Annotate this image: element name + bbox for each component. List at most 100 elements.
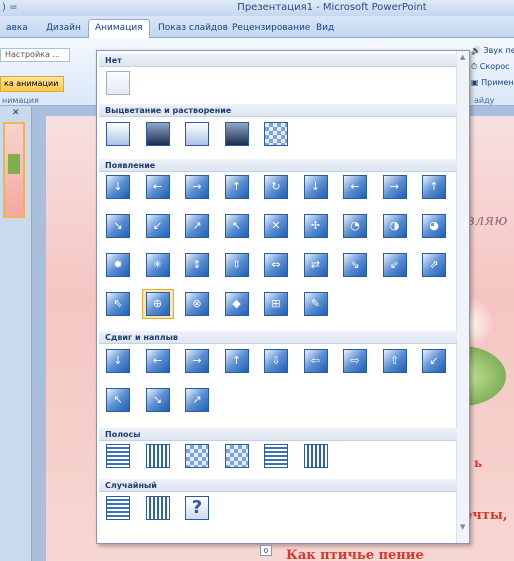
transition-gallery[interactable]: ▲ ▼ Нет Выцветание и растворение Появление… <box>96 50 470 544</box>
transition-strips-2[interactable]: ⇙ <box>379 250 411 280</box>
transition-blinds-v[interactable] <box>142 441 174 471</box>
transition-comb-v[interactable] <box>300 441 332 471</box>
transition-split-v-out[interactable]: ⇔ <box>260 250 292 280</box>
transition-zoom-out[interactable]: ⊗ <box>181 289 213 319</box>
transition-diag-2[interactable]: ↙ <box>142 211 174 241</box>
transition-box-in-icon: ✕ <box>264 214 288 238</box>
transition-zoom-in[interactable]: ⊕ <box>141 289 174 319</box>
slide-thumbnail[interactable] <box>3 122 25 218</box>
transition-box-in[interactable]: ✕ <box>260 211 292 241</box>
transition-split-left[interactable]: ← <box>339 172 371 202</box>
transition-wheel-4[interactable]: ✸ <box>102 250 134 280</box>
transition-wheel-2[interactable]: ◑ <box>379 211 411 241</box>
tab-insert[interactable]: авка <box>0 20 34 38</box>
slides-pane: ✕ <box>0 106 32 561</box>
transition-split-right-icon: → <box>382 175 407 199</box>
transition-wheel-8[interactable]: ✳ <box>142 250 174 280</box>
transition-cover-left[interactable]: ⇦ <box>300 346 332 376</box>
transition-wheel-1-icon: ◔ <box>343 214 367 238</box>
transition-random-bars-v[interactable] <box>142 493 174 523</box>
transition-wipe-down-icon: ↓ <box>106 175 130 199</box>
transition-none-icon <box>106 71 130 95</box>
transition-zoom-out-icon: ⊗ <box>185 292 209 316</box>
transition-cover-diag-3[interactable]: ↘ <box>142 385 174 415</box>
transition-cover-diag-1[interactable]: ↙ <box>418 346 450 376</box>
transition-wheel-2-icon: ◑ <box>382 214 407 238</box>
transition-cover-diag-2-icon: ↖ <box>106 388 130 412</box>
transition-strips-3[interactable]: ⇗ <box>418 250 450 280</box>
transition-sound-option[interactable]: 🔊 Звук пе <box>471 46 514 55</box>
close-pane-icon[interactable]: ✕ <box>12 108 20 118</box>
transition-split-down[interactable]: ↓ <box>300 172 332 202</box>
transition-none[interactable] <box>102 68 134 98</box>
transition-diag-3-icon: ↗ <box>185 214 209 238</box>
transition-push-left-icon: ← <box>145 349 170 373</box>
window-title: Презентация1 - Microsoft PowerPoint <box>237 2 427 13</box>
tab-design[interactable]: Дизайн <box>40 20 87 38</box>
tab-review[interactable]: Рецензирование <box>226 20 316 38</box>
transition-push-down[interactable]: ↓ <box>102 346 134 376</box>
transition-cover-diag-4[interactable]: ↗ <box>181 385 213 415</box>
transition-cut-black[interactable] <box>221 119 253 149</box>
transition-fade-black[interactable] <box>142 119 174 149</box>
transition-cover-diag-4-icon: ↗ <box>185 388 209 412</box>
transition-wheel[interactable]: ↻ <box>260 172 292 202</box>
tab-animation[interactable]: Анимация <box>88 19 150 39</box>
transition-blinds-v-icon <box>145 444 170 468</box>
transition-box-out[interactable]: ✢ <box>300 211 332 241</box>
custom-animation-button[interactable]: ка анимации <box>0 76 64 92</box>
transition-wipe-down[interactable]: ↓ <box>102 172 134 202</box>
custom-animation-select[interactable]: Настройка ... <box>0 48 70 62</box>
transition-push-left[interactable]: ← <box>142 346 174 376</box>
transition-fade-smooth[interactable] <box>102 119 134 149</box>
transition-cover-down[interactable]: ⇩ <box>260 346 292 376</box>
transition-wheel-3[interactable]: ◕ <box>418 211 450 241</box>
transition-zoom-diamond[interactable]: ◆ <box>221 289 253 319</box>
transition-split-up[interactable]: ↑ <box>418 172 450 202</box>
transition-wipe-up[interactable]: ↑ <box>221 172 253 202</box>
transition-blinds-h[interactable] <box>102 441 134 471</box>
transition-wipe-right[interactable]: → <box>181 172 213 202</box>
title-bar: ) = Презентация1 - Microsoft PowerPoint <box>0 0 514 16</box>
scroll-up-icon[interactable]: ▲ <box>460 53 465 61</box>
transition-cut[interactable] <box>181 119 213 149</box>
transition-random-bars-h[interactable] <box>102 493 134 523</box>
tab-slideshow[interactable]: Показ слайдов <box>152 20 234 38</box>
scroll-down-icon[interactable]: ▼ <box>460 523 465 531</box>
transition-zoom-center[interactable]: ⊞ <box>260 289 292 319</box>
transition-diag-4[interactable]: ↖ <box>221 211 253 241</box>
gallery-section-header: Появление <box>99 159 457 172</box>
transition-newsflash[interactable]: ✎ <box>300 289 332 319</box>
transition-push-up[interactable]: ↑ <box>221 346 253 376</box>
transition-split-right[interactable]: → <box>379 172 411 202</box>
transition-speed-option[interactable]: ⏱ Скорос <box>471 62 509 72</box>
transition-wipe-left[interactable]: ← <box>142 172 174 202</box>
transition-cover-up[interactable]: ⇧ <box>379 346 411 376</box>
transition-diag-3[interactable]: ↗ <box>181 211 213 241</box>
transition-split-h-in[interactable]: ⇳ <box>221 250 253 280</box>
transition-checker-across[interactable] <box>181 441 213 471</box>
transition-wheel-1[interactable]: ◔ <box>339 211 371 241</box>
transition-wheel-icon: ↻ <box>264 175 288 199</box>
tab-view[interactable]: Вид <box>310 20 340 38</box>
transition-cover-right[interactable]: ⇨ <box>339 346 371 376</box>
transition-comb-h[interactable] <box>260 441 292 471</box>
transition-push-right[interactable]: → <box>181 346 213 376</box>
transition-cover-down-icon: ⇩ <box>264 349 288 373</box>
transition-checker-down[interactable] <box>221 441 253 471</box>
transition-wipe-left-icon: ← <box>145 175 170 199</box>
transition-random-bars-v-icon <box>145 496 170 520</box>
gallery-scrollbar[interactable]: ▲ ▼ <box>456 51 469 543</box>
transition-dissolve[interactable] <box>260 119 292 149</box>
transition-split-v-in[interactable]: ⇄ <box>300 250 332 280</box>
transition-diag-1[interactable]: ↘ <box>102 211 134 241</box>
transition-diag-4-icon: ↖ <box>224 214 249 238</box>
transition-strips-4[interactable]: ⇖ <box>102 289 134 319</box>
transition-cover-diag-2[interactable]: ↖ <box>102 385 134 415</box>
transition-random[interactable]: ? <box>181 493 213 523</box>
transition-zoom-diamond-icon: ◆ <box>224 292 249 316</box>
transition-strips-1-icon: ⇘ <box>343 253 367 277</box>
apply-all-option[interactable]: ▣ Примен <box>471 78 514 87</box>
transition-split-h-out[interactable]: ⇕ <box>181 250 213 280</box>
transition-strips-1[interactable]: ⇘ <box>339 250 371 280</box>
